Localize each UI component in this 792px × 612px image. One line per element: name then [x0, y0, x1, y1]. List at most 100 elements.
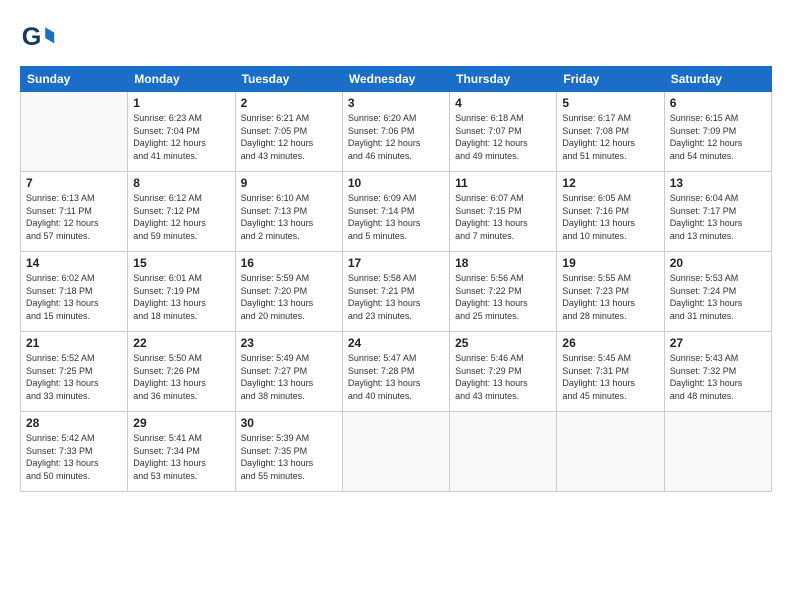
logo: G [20, 20, 60, 56]
day-number: 1 [133, 96, 229, 110]
calendar-cell: 3 Sunrise: 6:20 AM Sunset: 7:06 PM Daylig… [342, 92, 449, 172]
day-number: 23 [241, 336, 337, 350]
day-info: Sunrise: 6:17 AM Sunset: 7:08 PM Dayligh… [562, 112, 658, 162]
calendar-cell: 20 Sunrise: 5:53 AM Sunset: 7:24 PM Dayli… [664, 252, 771, 332]
day-info: Sunrise: 6:07 AM Sunset: 7:15 PM Dayligh… [455, 192, 551, 242]
day-info: Sunrise: 6:05 AM Sunset: 7:16 PM Dayligh… [562, 192, 658, 242]
day-number: 21 [26, 336, 122, 350]
calendar-cell: 6 Sunrise: 6:15 AM Sunset: 7:09 PM Daylig… [664, 92, 771, 172]
calendar-header-row: SundayMondayTuesdayWednesdayThursdayFrid… [21, 67, 772, 92]
calendar-cell: 12 Sunrise: 6:05 AM Sunset: 7:16 PM Dayli… [557, 172, 664, 252]
calendar-cell [664, 412, 771, 492]
calendar-table: SundayMondayTuesdayWednesdayThursdayFrid… [20, 66, 772, 492]
day-info: Sunrise: 6:09 AM Sunset: 7:14 PM Dayligh… [348, 192, 444, 242]
day-of-week-header: Friday [557, 67, 664, 92]
day-number: 29 [133, 416, 229, 430]
day-number: 13 [670, 176, 766, 190]
calendar-cell: 21 Sunrise: 5:52 AM Sunset: 7:25 PM Dayli… [21, 332, 128, 412]
day-info: Sunrise: 6:02 AM Sunset: 7:18 PM Dayligh… [26, 272, 122, 322]
day-number: 18 [455, 256, 551, 270]
day-info: Sunrise: 5:50 AM Sunset: 7:26 PM Dayligh… [133, 352, 229, 402]
day-info: Sunrise: 6:13 AM Sunset: 7:11 PM Dayligh… [26, 192, 122, 242]
calendar-cell: 18 Sunrise: 5:56 AM Sunset: 7:22 PM Dayli… [450, 252, 557, 332]
day-number: 20 [670, 256, 766, 270]
day-info: Sunrise: 5:56 AM Sunset: 7:22 PM Dayligh… [455, 272, 551, 322]
calendar-cell: 9 Sunrise: 6:10 AM Sunset: 7:13 PM Daylig… [235, 172, 342, 252]
day-of-week-header: Tuesday [235, 67, 342, 92]
calendar-cell: 11 Sunrise: 6:07 AM Sunset: 7:15 PM Dayli… [450, 172, 557, 252]
day-number: 28 [26, 416, 122, 430]
page: G SundayMondayTuesdayWednesdayThursdayFr… [0, 0, 792, 612]
calendar-cell: 5Sunrise: 6:17 AM Sunset: 7:08 PM Daylig… [557, 92, 664, 172]
calendar-week-row: 1 Sunrise: 6:23 AM Sunset: 7:04 PM Daylig… [21, 92, 772, 172]
day-info: Sunrise: 5:46 AM Sunset: 7:29 PM Dayligh… [455, 352, 551, 402]
day-number: 8 [133, 176, 229, 190]
day-of-week-header: Saturday [664, 67, 771, 92]
day-of-week-header: Monday [128, 67, 235, 92]
day-number: 11 [455, 176, 551, 190]
calendar-cell: 23 Sunrise: 5:49 AM Sunset: 7:27 PM Dayli… [235, 332, 342, 412]
day-number: 17 [348, 256, 444, 270]
header: G [20, 20, 772, 56]
day-info: Sunrise: 6:23 AM Sunset: 7:04 PM Dayligh… [133, 112, 229, 162]
day-info: Sunrise: 6:21 AM Sunset: 7:05 PM Dayligh… [241, 112, 337, 162]
calendar-cell: 28Sunrise: 5:42 AM Sunset: 7:33 PM Dayli… [21, 412, 128, 492]
day-of-week-header: Thursday [450, 67, 557, 92]
day-info: Sunrise: 5:43 AM Sunset: 7:32 PM Dayligh… [670, 352, 766, 402]
day-info: Sunrise: 5:45 AM Sunset: 7:31 PM Dayligh… [562, 352, 658, 402]
day-number: 12 [562, 176, 658, 190]
day-number: 7 [26, 176, 122, 190]
day-number: 15 [133, 256, 229, 270]
day-info: Sunrise: 5:49 AM Sunset: 7:27 PM Dayligh… [241, 352, 337, 402]
day-number: 22 [133, 336, 229, 350]
calendar-cell: 27 Sunrise: 5:43 AM Sunset: 7:32 PM Dayli… [664, 332, 771, 412]
calendar-cell: 30Sunrise: 5:39 AM Sunset: 7:35 PM Dayli… [235, 412, 342, 492]
calendar-cell: 1 Sunrise: 6:23 AM Sunset: 7:04 PM Daylig… [128, 92, 235, 172]
calendar-cell [450, 412, 557, 492]
day-of-week-header: Wednesday [342, 67, 449, 92]
day-number: 6 [670, 96, 766, 110]
calendar-week-row: 7 Sunrise: 6:13 AM Sunset: 7:11 PM Daylig… [21, 172, 772, 252]
calendar-cell: 15 Sunrise: 6:01 AM Sunset: 7:19 PM Dayli… [128, 252, 235, 332]
day-info: Sunrise: 5:55 AM Sunset: 7:23 PM Dayligh… [562, 272, 658, 322]
day-info: Sunrise: 5:53 AM Sunset: 7:24 PM Dayligh… [670, 272, 766, 322]
calendar-cell [557, 412, 664, 492]
day-info: Sunrise: 6:01 AM Sunset: 7:19 PM Dayligh… [133, 272, 229, 322]
calendar-cell: 7 Sunrise: 6:13 AM Sunset: 7:11 PM Daylig… [21, 172, 128, 252]
calendar-cell: 10 Sunrise: 6:09 AM Sunset: 7:14 PM Dayli… [342, 172, 449, 252]
calendar-cell: 16 Sunrise: 5:59 AM Sunset: 7:20 PM Dayli… [235, 252, 342, 332]
calendar-cell: 26 Sunrise: 5:45 AM Sunset: 7:31 PM Dayli… [557, 332, 664, 412]
day-info: Sunrise: 5:58 AM Sunset: 7:21 PM Dayligh… [348, 272, 444, 322]
day-number: 30 [241, 416, 337, 430]
day-number: 3 [348, 96, 444, 110]
day-info: Sunrise: 6:20 AM Sunset: 7:06 PM Dayligh… [348, 112, 444, 162]
day-info: Sunrise: 6:12 AM Sunset: 7:12 PM Dayligh… [133, 192, 229, 242]
day-info: Sunrise: 5:41 AM Sunset: 7:34 PM Dayligh… [133, 432, 229, 482]
day-number: 10 [348, 176, 444, 190]
calendar-cell: 29 Sunrise: 5:41 AM Sunset: 7:34 PM Dayli… [128, 412, 235, 492]
day-number: 16 [241, 256, 337, 270]
day-info: Sunrise: 6:15 AM Sunset: 7:09 PM Dayligh… [670, 112, 766, 162]
calendar-cell: 14Sunrise: 6:02 AM Sunset: 7:18 PM Dayli… [21, 252, 128, 332]
calendar-cell: 8 Sunrise: 6:12 AM Sunset: 7:12 PM Daylig… [128, 172, 235, 252]
day-number: 2 [241, 96, 337, 110]
calendar-cell: 25Sunrise: 5:46 AM Sunset: 7:29 PM Dayli… [450, 332, 557, 412]
calendar-cell: 2 Sunrise: 6:21 AM Sunset: 7:05 PM Daylig… [235, 92, 342, 172]
day-number: 26 [562, 336, 658, 350]
calendar-week-row: 21 Sunrise: 5:52 AM Sunset: 7:25 PM Dayli… [21, 332, 772, 412]
day-info: Sunrise: 5:52 AM Sunset: 7:25 PM Dayligh… [26, 352, 122, 402]
day-number: 19 [562, 256, 658, 270]
calendar-cell [21, 92, 128, 172]
day-number: 9 [241, 176, 337, 190]
logo-icon: G [20, 20, 56, 56]
calendar-cell [342, 412, 449, 492]
day-info: Sunrise: 6:04 AM Sunset: 7:17 PM Dayligh… [670, 192, 766, 242]
svg-text:G: G [22, 23, 42, 51]
day-number: 27 [670, 336, 766, 350]
calendar-cell: 17 Sunrise: 5:58 AM Sunset: 7:21 PM Dayli… [342, 252, 449, 332]
calendar-cell: 19 Sunrise: 5:55 AM Sunset: 7:23 PM Dayli… [557, 252, 664, 332]
calendar-cell: 24Sunrise: 5:47 AM Sunset: 7:28 PM Dayli… [342, 332, 449, 412]
day-number: 24 [348, 336, 444, 350]
day-info: Sunrise: 6:10 AM Sunset: 7:13 PM Dayligh… [241, 192, 337, 242]
day-info: Sunrise: 5:59 AM Sunset: 7:20 PM Dayligh… [241, 272, 337, 322]
